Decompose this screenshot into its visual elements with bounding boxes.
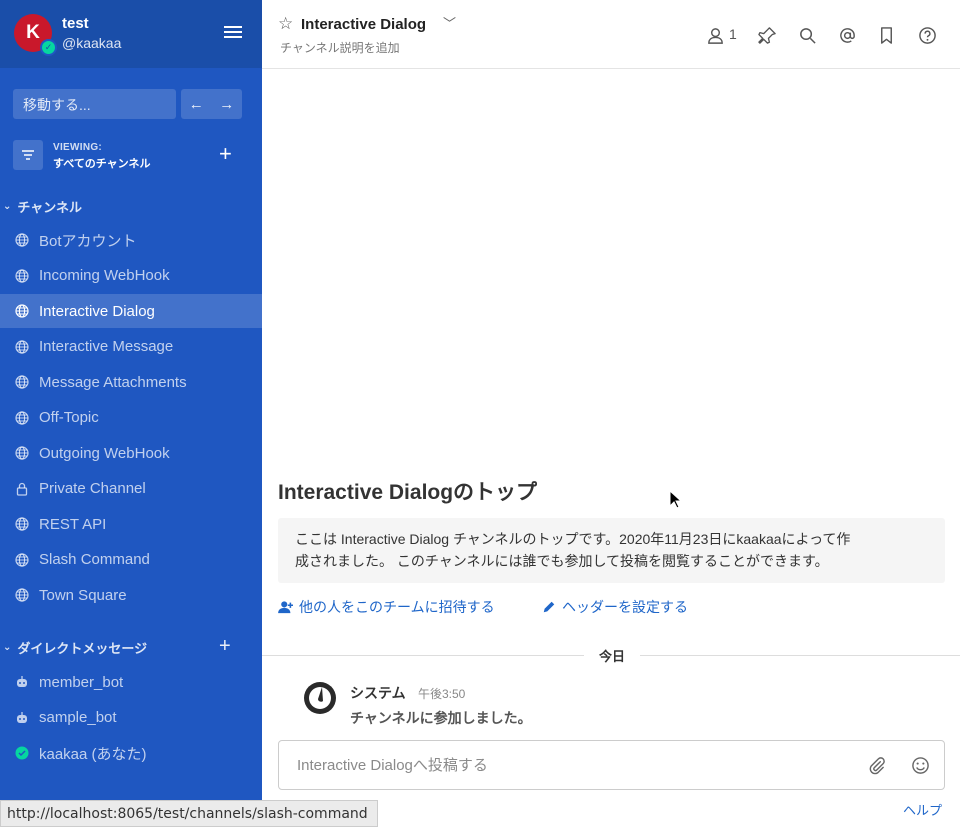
filter-icon[interactable]	[13, 140, 43, 170]
sidebar-item[interactable]: Incoming WebHook	[0, 259, 262, 293]
channel-intro-title: Interactive Dialogのトップ	[278, 481, 538, 504]
status-bar-url: http://localhost:8065/test/channels/slas…	[0, 800, 378, 827]
sidebar-item[interactable]: Botアカウント	[0, 223, 262, 257]
chevron-down-icon: ⌄	[3, 642, 12, 653]
channel-description[interactable]: チャンネル説明を追加	[280, 39, 400, 56]
dm-section-header[interactable]: ⌄ ダイレクトメッセージ	[0, 638, 147, 657]
sidebar-item-label: Town Square	[39, 586, 127, 604]
sidebar-item[interactable]: Off-Topic	[0, 401, 262, 435]
globe-icon	[15, 268, 29, 283]
date-separator: 今日	[584, 646, 640, 665]
sidebar-item-label: Outgoing WebHook	[39, 444, 170, 462]
sidebar-item[interactable]: Interactive Message	[0, 330, 262, 364]
member-icon[interactable]	[704, 24, 726, 46]
post-message: チャンネルに参加しました。	[350, 710, 532, 726]
post-input[interactable]	[280, 742, 840, 788]
globe-icon	[15, 517, 29, 531]
channel-switcher-button[interactable]: 移動する...	[13, 89, 176, 119]
mention-icon[interactable]	[836, 24, 858, 46]
globe-icon	[15, 375, 29, 389]
sidebar-item-label: Interactive Message	[39, 338, 174, 355]
avatar-letter: K	[26, 22, 40, 43]
globe-icon	[15, 233, 29, 247]
post-time[interactable]: 午後3:50	[418, 685, 465, 702]
channels-section-header[interactable]: ⌄ チャンネル	[0, 197, 82, 216]
sidebar-item[interactable]: REST API	[0, 507, 262, 541]
sidebar-item[interactable]: kaakaa (あなた)	[0, 736, 262, 770]
set-header-link[interactable]: ヘッダーを設定する	[541, 597, 688, 617]
emoji-icon[interactable]	[909, 754, 931, 776]
search-icon[interactable]	[796, 24, 818, 46]
channel-intro-line: ここは Interactive Dialog チャンネルのトップです。2020年…	[295, 531, 851, 547]
sidebar-item[interactable]: Slash Command	[0, 543, 262, 577]
channel-title[interactable]: Interactive Dialog	[301, 16, 426, 33]
globe-icon	[15, 446, 29, 460]
dm-section-label: ダイレクトメッセージ	[17, 641, 148, 656]
sidebar-item-label: Incoming WebHook	[39, 267, 170, 284]
mouse-cursor-icon	[669, 489, 683, 510]
online-status-icon: ✓	[40, 39, 57, 56]
channel-intro-text: ここは Interactive Dialog チャンネルのトップです。2020年…	[278, 518, 945, 583]
chevron-down-icon[interactable]: ﹀	[443, 13, 456, 32]
viewing-label: VIEWING:	[53, 142, 103, 153]
add-dm-plus-icon[interactable]: +	[219, 636, 231, 656]
help-icon[interactable]	[916, 24, 938, 46]
sidebar-item-label: Message Attachments	[39, 373, 187, 391]
history-nav: ← →	[181, 89, 242, 119]
member-count[interactable]: 1	[729, 26, 737, 42]
team-name[interactable]: test	[62, 15, 89, 32]
post-author[interactable]: システム	[350, 683, 406, 703]
sidebar-item[interactable]: sample_bot	[0, 701, 262, 735]
pin-icon[interactable]	[756, 24, 778, 46]
globe-icon	[15, 339, 29, 354]
back-arrow-icon[interactable]: ←	[181, 89, 212, 119]
viewing-value[interactable]: すべてのチャンネル	[53, 155, 150, 171]
chevron-down-icon: ⌄	[3, 201, 12, 212]
sidebar-item[interactable]: member_bot	[0, 665, 262, 699]
sidebar-item[interactable]: Town Square	[0, 578, 262, 612]
post-composer	[278, 740, 945, 790]
sidebar-item-label: Private Channel	[39, 480, 146, 497]
invite-members-label: 他の人をこのチームに招待する	[299, 599, 495, 615]
sidebar-item-label: Slash Command	[39, 551, 150, 568]
globe-icon	[15, 588, 29, 602]
channel-intro-line: 成されました。 このチャンネルには誰でも参加して投稿を閲覧することができます。	[295, 553, 829, 569]
main-menu-icon[interactable]	[224, 26, 244, 42]
bot-icon	[15, 675, 29, 689]
sidebar-item-label: Off-Topic	[39, 409, 99, 426]
lock-icon	[15, 482, 29, 496]
globe-icon	[15, 304, 29, 318]
channel-header: ☆ Interactive Dialog ﹀ チャンネル説明を追加 1	[262, 0, 960, 69]
sidebar-item[interactable]: Private Channel	[0, 472, 262, 506]
add-user-icon	[278, 601, 293, 614]
star-icon[interactable]: ☆	[278, 14, 293, 34]
sidebar-item[interactable]: Interactive Dialog	[0, 294, 262, 328]
add-channel-plus-icon[interactable]: +	[219, 143, 232, 165]
online-status-icon	[15, 746, 29, 760]
sidebar-header: K ✓ test @kaakaa	[0, 0, 262, 68]
sidebar-item-label: REST API	[39, 515, 107, 533]
sidebar-item-label: sample_bot	[39, 709, 117, 726]
sidebar-item[interactable]: Outgoing WebHook	[0, 436, 262, 470]
sidebar: K ✓ test @kaakaa 移動する... ← → VIEWING: すべ…	[0, 0, 262, 827]
set-header-label: ヘッダーを設定する	[562, 599, 688, 615]
sidebar-item-label: kaakaa (あなた)	[39, 745, 147, 763]
help-link[interactable]: ヘルプ	[903, 800, 942, 819]
invite-members-link[interactable]: 他の人をこのチームに招待する	[278, 597, 495, 617]
channels-section-label: チャンネル	[17, 200, 83, 215]
sidebar-item-label: member_bot	[39, 673, 124, 691]
forward-arrow-icon[interactable]: →	[212, 89, 243, 119]
globe-icon	[15, 552, 29, 567]
globe-icon	[15, 410, 29, 425]
pencil-icon	[543, 601, 555, 613]
sidebar-item-label: Interactive Dialog	[39, 302, 155, 320]
system-avatar-icon	[302, 680, 338, 716]
bot-icon	[15, 711, 29, 725]
sidebar-item[interactable]: Message Attachments	[0, 365, 262, 399]
username[interactable]: @kaakaa	[62, 35, 121, 51]
bookmark-icon[interactable]	[875, 24, 897, 46]
sidebar-item-label: Botアカウント	[39, 232, 137, 250]
attachment-icon[interactable]	[865, 754, 887, 776]
